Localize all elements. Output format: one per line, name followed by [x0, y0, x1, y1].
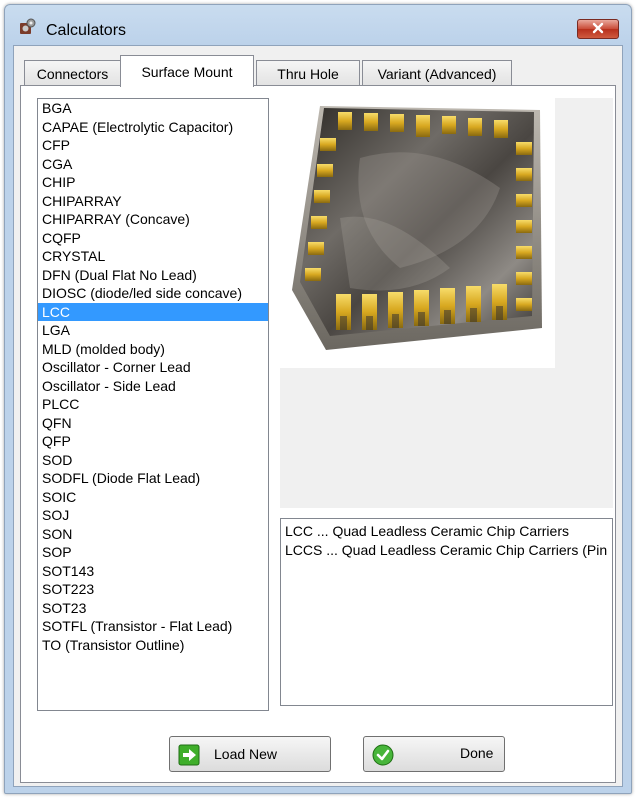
list-item[interactable]: BGA [38, 99, 268, 118]
tab-label: Connectors [36, 65, 109, 82]
list-item[interactable]: SOT223 [38, 580, 268, 599]
list-item[interactable]: CRYSTAL [38, 247, 268, 266]
tab-label: Variant (Advanced) [377, 65, 497, 82]
package-preview-area [280, 98, 613, 508]
done-label: Done [460, 745, 494, 761]
list-item[interactable]: SODFL (Diode Flat Lead) [38, 469, 268, 488]
surface-mount-panel: BGA CAPAE (Electrolytic Capacitor) CFP C… [20, 85, 616, 783]
list-item[interactable]: CAPAE (Electrolytic Capacitor) [38, 118, 268, 137]
description-line: LCCS ... Quad Leadless Ceramic Chip Carr… [285, 542, 608, 558]
list-item[interactable]: QFP [38, 432, 268, 451]
list-item[interactable]: MLD (molded body) [38, 340, 268, 359]
tab-variant-advanced[interactable]: Variant (Advanced) [362, 60, 512, 86]
package-listbox[interactable]: BGA CAPAE (Electrolytic Capacitor) CFP C… [37, 98, 269, 711]
list-item[interactable]: LGA [38, 321, 268, 340]
done-button[interactable]: Done [363, 736, 505, 772]
tab-label: Surface Mount [141, 63, 233, 80]
calculators-window: Calculators Connectors Surface Mount Thr… [4, 4, 632, 794]
list-item[interactable]: CGA [38, 155, 268, 174]
close-icon [592, 21, 604, 37]
list-item[interactable]: CQFP [38, 229, 268, 248]
green-check-icon [372, 744, 394, 766]
list-item[interactable]: Oscillator - Corner Lead [38, 358, 268, 377]
list-item[interactable]: SOD [38, 451, 268, 470]
list-item[interactable]: SOTFL (Transistor - Flat Lead) [38, 617, 268, 636]
dialog-client-area: Connectors Surface Mount Thru Hole Varia… [13, 45, 623, 787]
package-description-box[interactable]: LCC ... Quad Leadless Ceramic Chip Carri… [280, 518, 613, 706]
list-item[interactable]: SON [38, 525, 268, 544]
title-bar[interactable]: Calculators [5, 5, 631, 45]
description-line: LCC ... Quad Leadless Ceramic Chip Carri… [285, 523, 569, 539]
tab-thru-hole[interactable]: Thru Hole [256, 60, 360, 86]
window-title: Calculators [46, 22, 127, 39]
list-item[interactable]: QFN [38, 414, 268, 433]
tab-strip: Connectors Surface Mount Thru Hole Varia… [14, 52, 622, 87]
list-item[interactable]: Oscillator - Side Lead [38, 377, 268, 396]
list-item[interactable]: SOP [38, 543, 268, 562]
load-new-button[interactable]: Load New [169, 736, 331, 772]
load-new-label: Load New [214, 746, 278, 762]
chip-cog-icon [17, 18, 37, 38]
list-item[interactable]: CFP [38, 136, 268, 155]
list-item[interactable]: PLCC [38, 395, 268, 414]
list-item[interactable]: TO (Transistor Outline) [38, 636, 268, 655]
green-arrow-right-icon [178, 744, 200, 766]
list-item[interactable]: CHIPARRAY [38, 192, 268, 211]
tab-surface-mount[interactable]: Surface Mount [120, 55, 254, 87]
list-item[interactable]: CHIP [38, 173, 268, 192]
list-item[interactable]: SOT143 [38, 562, 268, 581]
list-item[interactable]: DFN (Dual Flat No Lead) [38, 266, 268, 285]
tab-connectors[interactable]: Connectors [24, 60, 121, 86]
lcc-chip-package-image [280, 98, 555, 368]
list-item[interactable]: CHIPARRAY (Concave) [38, 210, 268, 229]
list-item[interactable]: DIOSC (diode/led side concave) [38, 284, 268, 303]
list-item[interactable]: SOT23 [38, 599, 268, 618]
tab-label: Thru Hole [277, 65, 339, 82]
list-item[interactable]: SOJ [38, 506, 268, 525]
list-item-selected[interactable]: LCC [38, 302, 268, 321]
list-item[interactable]: SOIC [38, 488, 268, 507]
close-button[interactable] [577, 19, 619, 39]
